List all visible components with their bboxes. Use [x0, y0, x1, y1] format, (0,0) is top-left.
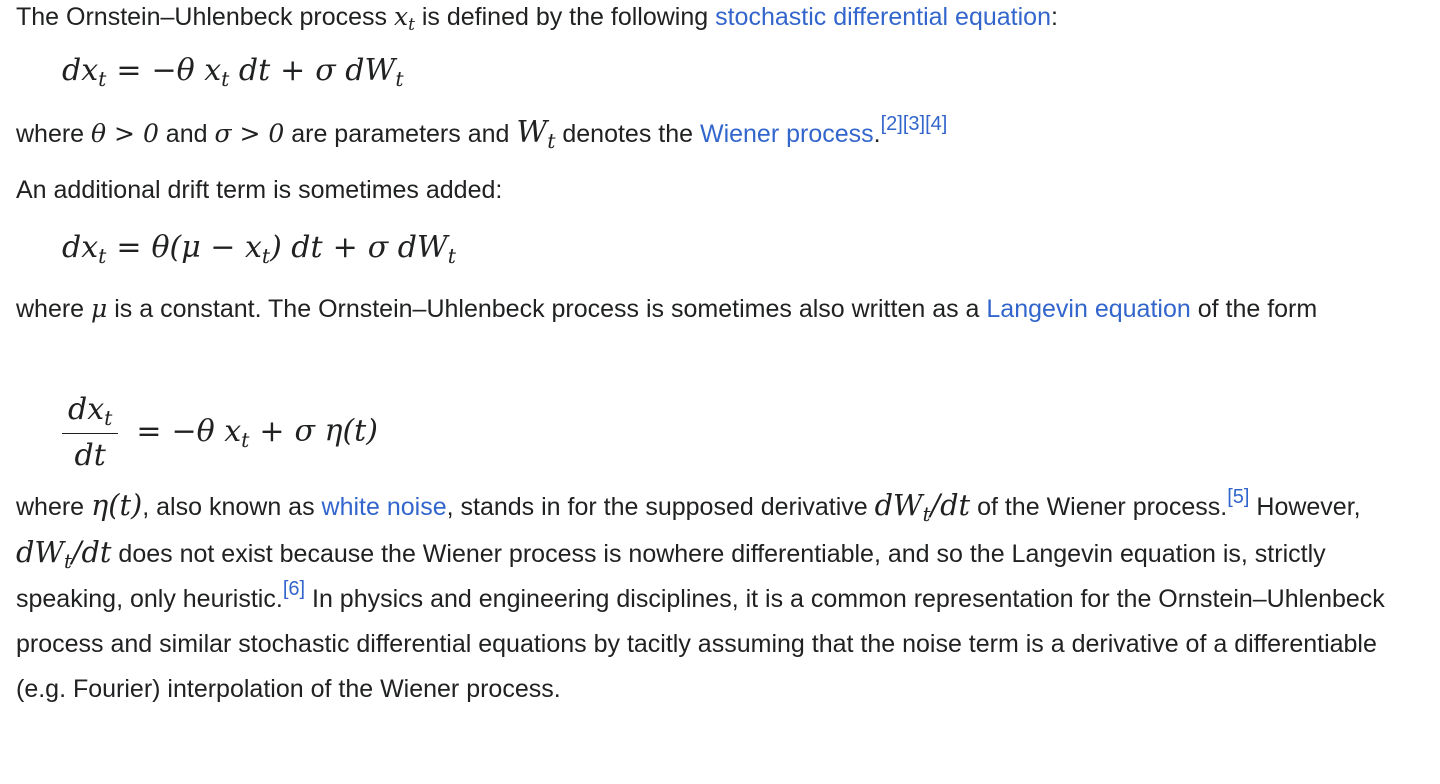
math-mu: μ: [91, 294, 108, 323]
drift-intro-paragraph: An additional drift term is sometimes ad…: [16, 176, 503, 204]
p2-text-c: are parameters and: [284, 120, 517, 148]
eq2-rhs-c-main: σ dW: [367, 230, 448, 265]
math-dw1-tail: /dt: [930, 488, 971, 522]
p5-text-c: , stands in for the supposed derivative: [446, 493, 875, 521]
eq2-rhs-c-sub: t: [447, 244, 456, 269]
math-dw2-sub: t: [63, 549, 72, 573]
math-dw1: dW: [874, 488, 923, 522]
eq2-lhs-main: dx: [62, 230, 99, 265]
citation-3[interactable]: [3]: [903, 113, 925, 135]
citation-6-wrap: [6]: [283, 578, 305, 600]
eq1-rhs-b: dt: [229, 53, 271, 88]
eq3-rhs-a-main: −θ x: [171, 413, 242, 449]
eq1-plus: +: [280, 53, 306, 88]
langevin-intro-paragraph: where μ is a constant. The Ornstein–Uhle…: [16, 286, 1428, 332]
eq1-rhs-c-main: σ dW: [315, 53, 396, 88]
p2-text-e: .: [873, 120, 881, 148]
eq2-equals: =: [116, 230, 142, 265]
eq2-rhs-c: σ dWt: [367, 230, 456, 269]
p2-text-d: denotes the: [555, 120, 700, 148]
eq3-denominator: dt: [74, 438, 106, 473]
eq1-equals: =: [116, 53, 142, 88]
p5-text-d: of the Wiener process.: [970, 493, 1228, 521]
p2-text-b: and: [158, 120, 215, 148]
math-theta-positive: θ > 0: [91, 119, 159, 148]
p5-text-b: , also known as: [142, 493, 322, 521]
math-dw-dt-1: dWt/dt: [874, 488, 971, 524]
citation-5[interactable]: [5]: [1227, 486, 1249, 508]
math-w-t: Wt: [516, 115, 555, 151]
eq3-numerator: dxt: [62, 392, 119, 434]
eq3-equals: =: [136, 413, 162, 449]
citation-6[interactable]: [6]: [283, 578, 305, 600]
equation-ou-drift: dxt = θ(μ − xt) dt + σ dWt: [62, 230, 456, 269]
link-langevin-equation[interactable]: Langevin equation: [986, 295, 1190, 323]
eq3-plus: +: [259, 413, 285, 449]
link-stochastic-differential-equation[interactable]: stochastic differential equation: [715, 3, 1051, 31]
eq2-rhs-b: ) dt: [270, 230, 323, 265]
citation-4[interactable]: [4]: [925, 113, 947, 135]
math-dw2: dW: [16, 535, 64, 569]
eq2-rhs-a-sub: t: [261, 244, 271, 269]
p4-text-b: is a constant. The Ornstein–Uhlenbeck pr…: [107, 295, 987, 323]
eq3-rhs-b: σ η(t): [294, 413, 378, 449]
math-dw-dt-2: dWt/dt: [16, 535, 112, 571]
eq2-lhs: dxt: [62, 230, 106, 266]
intro-text-a: The Ornstein–Uhlenbeck process: [16, 3, 394, 31]
eq2-rhs-a: θ(μ − xt: [151, 230, 271, 269]
eq3-rhs-a: −θ xt: [171, 413, 249, 450]
math-x-t: xt: [393, 2, 415, 34]
p4-text-c: of the form: [1190, 295, 1318, 323]
eq3-num-sub: t: [104, 406, 113, 431]
p2-text-a: where: [16, 120, 92, 148]
math-w: W: [516, 115, 548, 150]
link-white-noise[interactable]: white noise: [322, 493, 447, 521]
math-eta-t: η(t): [91, 488, 143, 522]
p5-text-a: where: [16, 493, 92, 521]
citation-2[interactable]: [2]: [881, 113, 903, 135]
link-wiener-process[interactable]: Wiener process: [700, 120, 874, 148]
eq1-rhs-c-sub: t: [395, 67, 404, 92]
math-x: x: [393, 2, 409, 31]
eq2-plus: +: [332, 230, 358, 265]
citation-5-wrap: [5]: [1227, 486, 1249, 508]
intro-paragraph: The Ornstein–Uhlenbeck process xt is def…: [16, 0, 1428, 40]
white-noise-paragraph: where η(t), also known as white noise, s…: [16, 483, 1428, 712]
citation-group-2-4: [2][3][4]: [881, 113, 948, 135]
p4-text-a: where: [16, 295, 92, 323]
math-sigma-positive: σ > 0: [214, 119, 285, 148]
equation-ou-sde: dxt = −θ xt dt + σ dWt: [62, 53, 404, 92]
eq1-rhs-a: −θ xt: [151, 53, 229, 89]
eq1-rhs-c: σ dWt: [315, 53, 404, 92]
parameters-paragraph: where θ > 0 and σ > 0 are parameters and…: [16, 110, 1428, 157]
math-x-sub: t: [408, 15, 415, 36]
eq3-fraction: dxt dt: [62, 392, 119, 473]
eq2-rhs-a-main: θ(μ − x: [151, 230, 262, 265]
p5-text-e: However,: [1249, 493, 1361, 521]
intro-text-c: :: [1050, 3, 1058, 31]
eq3-num-main: dx: [68, 392, 105, 427]
eq1-rhs-a-main: −θ x: [151, 53, 222, 88]
equation-langevin: dxt dt = −θ xt + σ η(t): [62, 392, 378, 473]
math-dw2-tail: /dt: [71, 535, 112, 569]
intro-text-b: is defined by the following: [414, 3, 716, 31]
eq1-lhs-main: dx: [62, 53, 99, 88]
eq1-lhs: dxt: [62, 53, 106, 89]
